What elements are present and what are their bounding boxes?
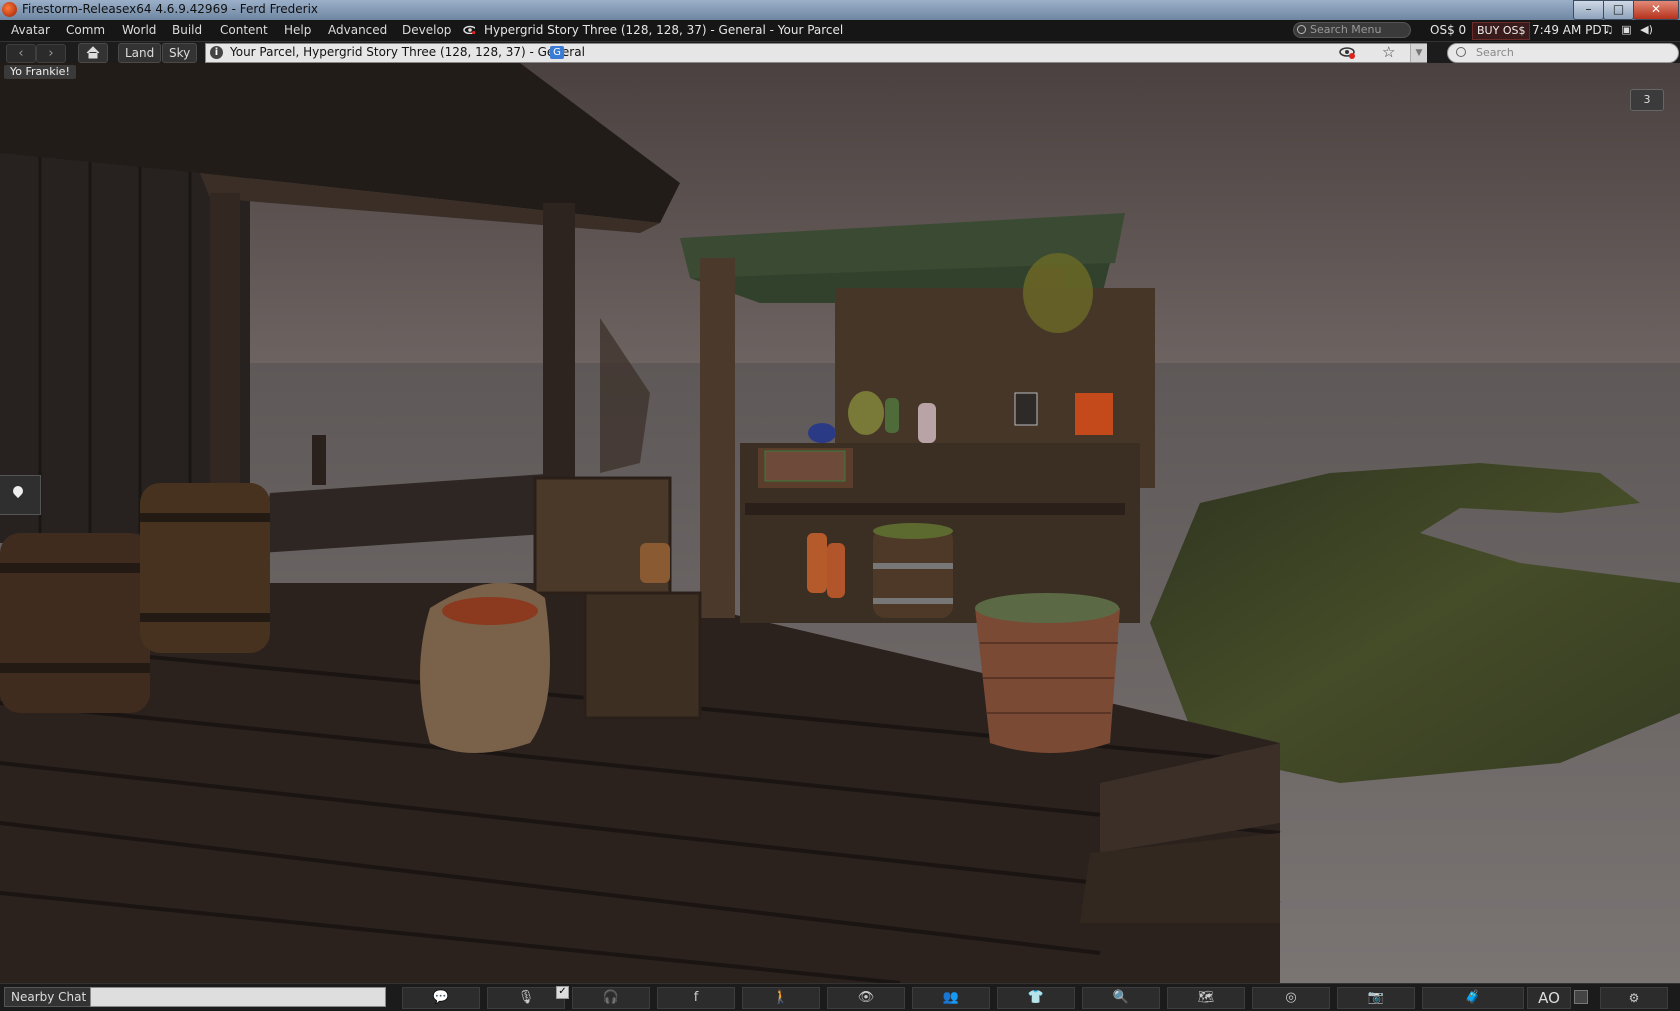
menu-bar: Avatar Comm World Build Content Help Adv… xyxy=(0,20,1680,42)
snapshot-button[interactable]: 📷 xyxy=(1337,987,1415,1009)
facebook-icon: f xyxy=(693,990,699,1005)
search-menu-input[interactable]: Search Menu xyxy=(1293,22,1411,38)
no-see-icon xyxy=(463,25,475,34)
chat-input[interactable] xyxy=(90,987,386,1007)
menu-build[interactable]: Build xyxy=(172,23,202,37)
notification-count-badge[interactable]: 3 xyxy=(1630,89,1664,111)
chat-icon: 💬 xyxy=(432,990,450,1005)
menu-develop[interactable]: Develop xyxy=(402,23,451,37)
voice-button[interactable]: 🎙 xyxy=(487,987,565,1009)
quick-prefs-button[interactable]: ⚙ xyxy=(1600,987,1668,1009)
search-icon: 🔍 xyxy=(1112,990,1130,1005)
search-input[interactable]: Search xyxy=(1447,43,1679,63)
close-button[interactable]: ✕ xyxy=(1633,0,1679,20)
radar-button[interactable]: ◎ xyxy=(1252,987,1330,1009)
window-title: Firestorm-Releasex64 4.6.9.42969 - Ferd … xyxy=(22,2,319,16)
chevron-down-icon[interactable]: ▼ xyxy=(1410,44,1427,62)
favorite-star-icon[interactable]: ☆ xyxy=(1382,43,1395,61)
music-icon[interactable]: ♫ xyxy=(1602,24,1615,36)
people-icon: 👥 xyxy=(942,990,960,1005)
forward-button[interactable]: › xyxy=(36,44,66,63)
ao-toggle-checkbox[interactable] xyxy=(1574,990,1588,1004)
menu-comm[interactable]: Comm xyxy=(66,23,105,37)
bottom-toolbar: Nearby Chat 💬 🎙 ✓ 🎧 f 🚶 👁 👥 👕 🔍 🗺 ◎ 📷 🧳 … xyxy=(0,983,1680,1011)
volume-icon[interactable]: ◀) xyxy=(1640,24,1653,36)
microphone-icon: 🎙 xyxy=(517,990,535,1005)
no-see-icon xyxy=(1339,47,1355,59)
minimap-button[interactable] xyxy=(0,475,41,515)
greeting-toast: Yo Frankie! xyxy=(4,65,76,79)
home-button[interactable] xyxy=(78,43,108,63)
move-button[interactable]: 🚶 xyxy=(742,987,820,1009)
general-rating-badge: G xyxy=(550,46,564,59)
world-map-button[interactable]: 🗺 xyxy=(1167,987,1245,1009)
menu-advanced[interactable]: Advanced xyxy=(328,23,387,37)
clothing-icon: 👕 xyxy=(1027,990,1045,1005)
menubar-location[interactable]: Hypergrid Story Three (128, 128, 37) - G… xyxy=(484,23,843,37)
menu-world[interactable]: World xyxy=(122,23,156,37)
search-menu-placeholder: Search Menu xyxy=(1310,23,1382,36)
appearance-button[interactable]: 👕 xyxy=(997,987,1075,1009)
menu-help[interactable]: Help xyxy=(284,23,311,37)
location-pin-icon xyxy=(10,483,26,499)
land-button[interactable]: Land xyxy=(118,43,162,63)
firestorm-logo-icon xyxy=(2,2,17,17)
search-icon xyxy=(1456,47,1466,57)
search-placeholder: Search xyxy=(1476,46,1514,59)
animation-overrider-button[interactable]: AO xyxy=(1527,987,1571,1009)
voice-checkbox[interactable]: ✓ xyxy=(556,986,569,999)
media-icon[interactable]: ▣ xyxy=(1620,24,1633,36)
buy-currency-button[interactable]: BUY OS$ xyxy=(1472,22,1531,40)
maximize-button[interactable]: □ xyxy=(1603,0,1634,20)
inventory-icon: 🧳 xyxy=(1464,990,1482,1005)
window-title-bar: Firestorm-Releasex64 4.6.9.42969 - Ferd … xyxy=(0,0,1680,20)
camera-icon: 📷 xyxy=(1367,990,1385,1005)
people-button[interactable]: 👥 xyxy=(912,987,990,1009)
map-icon: 🗺 xyxy=(1197,990,1215,1005)
world-scene-image xyxy=(0,63,1680,983)
menu-avatar[interactable]: Avatar xyxy=(11,23,50,37)
navigation-bar: ‹ › Land Sky i Your Parcel, Hypergrid St… xyxy=(0,42,1680,63)
inventory-button[interactable]: 🧳 xyxy=(1422,987,1524,1009)
back-button[interactable]: ‹ xyxy=(6,44,36,63)
gear-icon: ⚙ xyxy=(1628,991,1640,1005)
eye-icon: 👁 xyxy=(857,990,875,1005)
menu-content[interactable]: Content xyxy=(220,23,268,37)
location-text[interactable]: Your Parcel, Hypergrid Story Three (128,… xyxy=(230,45,585,59)
home-icon xyxy=(86,46,100,59)
facebook-button[interactable]: f xyxy=(657,987,735,1009)
minimize-button[interactable]: – xyxy=(1573,0,1604,20)
speak-button[interactable]: 🎧 xyxy=(572,987,650,1009)
headphones-icon: 🎧 xyxy=(602,990,620,1005)
view-button[interactable]: 👁 xyxy=(827,987,905,1009)
search-button[interactable]: 🔍 xyxy=(1082,987,1160,1009)
nearby-chat-button[interactable]: Nearby Chat xyxy=(4,987,94,1007)
chat-button[interactable]: 💬 xyxy=(402,987,480,1009)
walk-icon: 🚶 xyxy=(772,990,790,1005)
location-bar[interactable]: i Your Parcel, Hypergrid Story Three (12… xyxy=(205,43,1427,63)
info-icon[interactable]: i xyxy=(210,46,223,59)
radar-icon: ◎ xyxy=(1285,990,1297,1005)
clock: 7:49 AM PDT xyxy=(1532,23,1609,37)
3d-world-view[interactable] xyxy=(0,63,1680,983)
sky-button[interactable]: Sky xyxy=(162,43,198,63)
search-icon xyxy=(1297,25,1306,34)
currency-balance: OS$ 0 xyxy=(1430,23,1467,37)
